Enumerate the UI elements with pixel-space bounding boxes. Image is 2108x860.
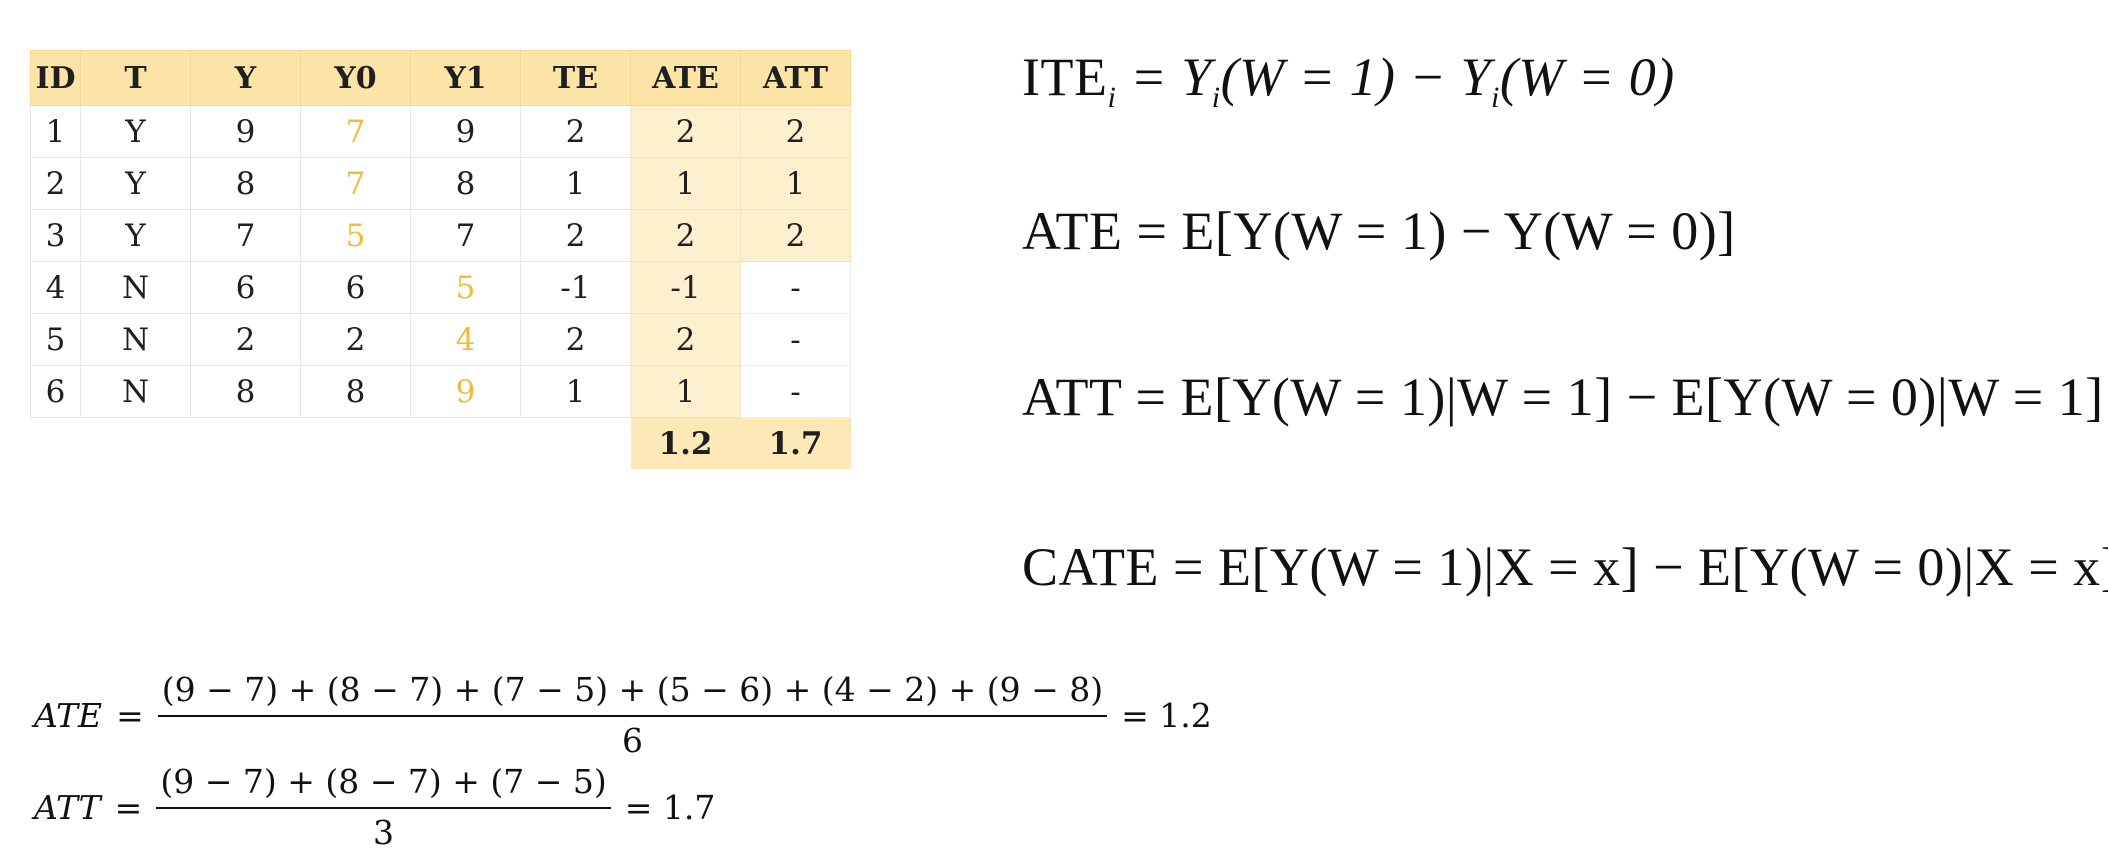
- cell-ate: -1: [630, 261, 741, 314]
- cell-att: -: [740, 313, 851, 366]
- table-row: 2 Y 8 7 8 1 1 1: [30, 157, 851, 210]
- cell-t: Y: [80, 157, 191, 210]
- cell-y0-counterfactual: 5: [300, 209, 411, 262]
- column-header-t: T: [80, 50, 191, 106]
- ate-calculation: ATE = (9 − 7) + (8 − 7) + (7 − 5) + (5 −…: [34, 670, 1212, 760]
- cell-ate: 1: [630, 157, 741, 210]
- cell-te: -1: [520, 261, 631, 314]
- cell-y: 8: [190, 365, 301, 418]
- cell-y0-counterfactual: 7: [300, 105, 411, 158]
- cell-te: 1: [520, 157, 631, 210]
- cell-y1-counterfactual: 4: [410, 313, 521, 366]
- cell-id: 5: [30, 313, 81, 366]
- ate-numerator: (9 − 7) + (8 − 7) + (7 − 5) + (5 − 6) + …: [157, 670, 1108, 717]
- cell-y1: 7: [410, 209, 521, 262]
- column-header-y0: Y0: [300, 50, 411, 106]
- cell-ate: 2: [630, 209, 741, 262]
- cell-y: 7: [190, 209, 301, 262]
- column-header-att: ATT: [740, 50, 851, 106]
- ate-calc-lhs: ATE: [34, 695, 103, 735]
- ite-subscript: i: [1107, 81, 1117, 114]
- cell-t: N: [80, 261, 191, 314]
- cell-id: 1: [30, 105, 81, 158]
- ite-rest-2: (W = 0): [1499, 47, 1675, 107]
- att-result: = 1.7: [624, 787, 716, 827]
- ate-calc-equals: =: [116, 695, 144, 735]
- ate-denominator: 6: [621, 721, 643, 760]
- treatment-effects-table-container: ID T Y Y0 Y1 TE ATE ATT 1 Y 9 7 9 2 2 2: [30, 50, 851, 469]
- att-calculation: ATT = (9 − 7) + (8 − 7) + (7 − 5) 3 = 1.…: [34, 762, 715, 852]
- cell-id: 6: [30, 365, 81, 418]
- ite-formula: ITEi = Yi(W = 1) − Yi(W = 0): [1022, 46, 1675, 115]
- treatment-effects-table: ID T Y Y0 Y1 TE ATE ATT 1 Y 9 7 9 2 2 2: [30, 50, 851, 469]
- cell-ate: 1: [630, 365, 741, 418]
- cell-att: -: [740, 365, 851, 418]
- table-row: 5 N 2 2 4 2 2 -: [30, 313, 851, 366]
- cell-ate: 2: [630, 313, 741, 366]
- column-header-y1: Y1: [410, 50, 521, 106]
- ate-result: = 1.2: [1121, 695, 1212, 735]
- ite-subscript-3: i: [1490, 81, 1500, 114]
- table-totals-row: 1.2 1.7: [31, 417, 851, 470]
- att-fraction: (9 − 7) + (8 − 7) + (7 − 5) 3: [156, 762, 611, 852]
- att-calc-equals: =: [114, 787, 143, 827]
- cell-att: 2: [740, 209, 851, 262]
- cell-y0: 2: [300, 313, 411, 366]
- cell-te: 2: [520, 209, 631, 262]
- cell-y0: 6: [300, 261, 411, 314]
- cell-att: -: [740, 261, 851, 314]
- cell-y: 9: [190, 105, 301, 158]
- cell-te: 1: [520, 365, 631, 418]
- cell-att: 2: [740, 105, 851, 158]
- cate-formula: CATE = E[Y(W = 1)|X = x] − E[Y(W = 0)|X …: [1022, 537, 2108, 597]
- column-header-y: Y: [190, 50, 301, 106]
- totals-spacer: [31, 418, 631, 470]
- ite-body: = Y: [1116, 47, 1212, 107]
- cell-y: 8: [190, 157, 301, 210]
- cell-t: N: [80, 365, 191, 418]
- att-denominator: 3: [373, 813, 395, 852]
- cell-att: 1: [740, 157, 851, 210]
- cell-id: 4: [30, 261, 81, 314]
- cell-id: 3: [30, 209, 81, 262]
- table-header-row: ID T Y Y0 Y1 TE ATE ATT: [30, 50, 851, 106]
- table-row: 6 N 8 8 9 1 1 -: [30, 365, 851, 418]
- cell-y0-counterfactual: 7: [300, 157, 411, 210]
- cell-y1: 9: [410, 105, 521, 158]
- column-header-te: TE: [520, 50, 631, 106]
- cell-y1-counterfactual: 5: [410, 261, 521, 314]
- ite-subscript-2: i: [1211, 81, 1221, 114]
- ite-name: ITE: [1022, 47, 1108, 107]
- att-formula: ATT = E[Y(W = 1)|W = 1] − E[Y(W = 0)|W =…: [1022, 367, 2104, 427]
- cell-te: 2: [520, 313, 631, 366]
- cell-t: N: [80, 313, 191, 366]
- cell-id: 2: [30, 157, 81, 210]
- cell-y0: 8: [300, 365, 411, 418]
- cell-t: Y: [80, 105, 191, 158]
- att-numerator: (9 − 7) + (8 − 7) + (7 − 5): [156, 762, 611, 809]
- att-calc-lhs: ATT: [34, 787, 101, 827]
- table-row: 3 Y 7 5 7 2 2 2: [30, 209, 851, 262]
- cell-y: 2: [190, 313, 301, 366]
- cell-y1-counterfactual: 9: [410, 365, 521, 418]
- total-att: 1.7: [740, 417, 851, 469]
- column-header-ate: ATE: [630, 50, 741, 106]
- total-ate: 1.2: [630, 417, 741, 469]
- ate-formula: ATE = E[Y(W = 1) − Y(W = 0)]: [1022, 201, 1736, 261]
- cell-y1: 8: [410, 157, 521, 210]
- cell-te: 2: [520, 105, 631, 158]
- table-row: 4 N 6 6 5 -1 -1 -: [30, 261, 851, 314]
- ite-rest: (W = 1) − Y: [1220, 47, 1491, 107]
- column-header-id: ID: [30, 50, 81, 106]
- cell-y: 6: [190, 261, 301, 314]
- ate-fraction: (9 − 7) + (8 − 7) + (7 − 5) + (5 − 6) + …: [157, 670, 1108, 760]
- table-row: 1 Y 9 7 9 2 2 2: [30, 105, 851, 158]
- cell-t: Y: [80, 209, 191, 262]
- cell-ate: 2: [630, 105, 741, 158]
